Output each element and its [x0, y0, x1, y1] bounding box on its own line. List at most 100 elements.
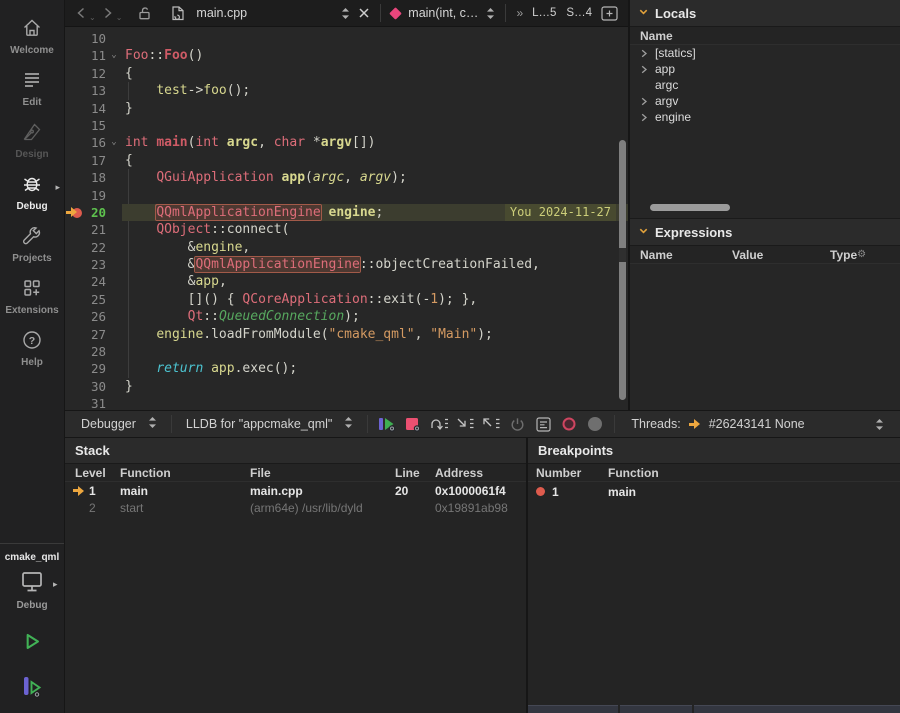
gutter-marker-area[interactable]: [65, 187, 84, 204]
debugger-perspective-select[interactable]: Debugger: [73, 411, 165, 437]
line-number[interactable]: 19: [84, 187, 106, 204]
scrollbar-thumb[interactable]: [619, 140, 626, 400]
expander-chevron-icon[interactable]: [640, 113, 655, 122]
kit-selector-button[interactable]: Debug ▸: [16, 569, 47, 611]
gutter-marker-area[interactable]: [65, 30, 84, 47]
line-number[interactable]: 20: [84, 204, 106, 221]
code-line-25[interactable]: 25 []() { QCoreApplication::exit(-1); },: [65, 291, 628, 308]
code-line-13[interactable]: 13 test->foo();: [65, 82, 628, 99]
line-number[interactable]: 25: [84, 291, 106, 308]
sidebar-item-edit[interactable]: Edit: [0, 62, 64, 114]
code-line-22[interactable]: 22 &engine,: [65, 239, 628, 256]
open-file-name[interactable]: main.cpp: [196, 6, 247, 20]
breakpoint-row[interactable]: 1main: [528, 482, 900, 501]
record-circle-icon[interactable]: [556, 412, 582, 436]
expressions-column-header[interactable]: Name Value Type ⚙: [630, 246, 900, 264]
sidebar-item-extensions[interactable]: Extensions: [0, 270, 64, 322]
locals-titlebar[interactable]: Locals: [630, 0, 900, 27]
line-number[interactable]: 12: [84, 65, 106, 82]
column-badge[interactable]: S…4: [566, 7, 592, 19]
locals-item-argc[interactable]: argc: [630, 77, 900, 93]
line-number[interactable]: 29: [84, 360, 106, 377]
line-badge[interactable]: L…5: [532, 7, 556, 19]
code-line-31[interactable]: 31: [65, 395, 628, 410]
code-line-12[interactable]: 12{: [65, 65, 628, 82]
thread-value[interactable]: #26243141 None: [709, 417, 805, 431]
code-line-30[interactable]: 30}: [65, 378, 628, 395]
collapsed-tab[interactable]: [620, 705, 692, 713]
sidebar-item-welcome[interactable]: Welcome: [0, 10, 64, 62]
gutter-marker-area[interactable]: [65, 395, 84, 410]
expander-chevron-icon[interactable]: [640, 65, 655, 74]
code-line-14[interactable]: 14}: [65, 100, 628, 117]
gutter-marker-area[interactable]: [65, 47, 84, 64]
breakpoints-column-header[interactable]: NumberFunction: [528, 464, 900, 482]
line-number[interactable]: 22: [84, 239, 106, 256]
locals-item-argv[interactable]: argv: [630, 93, 900, 109]
stop-debug-icon[interactable]: [400, 412, 426, 436]
line-number[interactable]: 11: [84, 47, 106, 64]
line-number[interactable]: 24: [84, 273, 106, 290]
gutter-marker-area[interactable]: [65, 221, 84, 238]
code-line-15[interactable]: 15: [65, 117, 628, 134]
code-line-11[interactable]: 11⌄Foo::Foo(): [65, 47, 628, 64]
step-over-icon[interactable]: [426, 412, 452, 436]
locals-horizontal-scrollbar[interactable]: [630, 203, 900, 213]
locals-item-statics[interactable]: [statics]: [630, 45, 900, 61]
expressions-titlebar[interactable]: Expressions: [630, 219, 900, 246]
breakpoints-title[interactable]: Breakpoints: [528, 438, 900, 464]
code-line-23[interactable]: 23 &QQmlApplicationEngine::objectCreatio…: [65, 256, 628, 273]
line-number[interactable]: 31: [84, 395, 106, 410]
code-line-29[interactable]: 29 return app.exec();: [65, 360, 628, 377]
sidebar-item-help[interactable]: ? Help: [0, 322, 64, 374]
code-line-20[interactable]: 20 QQmlApplicationEngine engine;You 2024…: [65, 204, 628, 221]
breakpoint-marker[interactable]: [65, 204, 84, 221]
collapsed-tab[interactable]: [694, 705, 900, 713]
code-line-27[interactable]: 27 engine.loadFromModule("cmake_qml", "M…: [65, 326, 628, 343]
line-number[interactable]: 13: [84, 82, 106, 99]
gutter-marker-area[interactable]: [65, 134, 84, 151]
gutter-marker-area[interactable]: [65, 82, 84, 99]
symbol-dropdown-updown-icon[interactable]: [482, 2, 499, 24]
gutter-marker-area[interactable]: [65, 239, 84, 256]
expander-chevron-icon[interactable]: [640, 49, 655, 58]
editor-vertical-scrollbar[interactable]: [618, 27, 627, 410]
line-number[interactable]: 30: [84, 378, 106, 395]
locals-column-header[interactable]: Name: [630, 27, 900, 45]
run-button[interactable]: [19, 629, 45, 658]
gear-icon[interactable]: ⚙: [857, 249, 866, 260]
file-dropdown-updown-icon[interactable]: [337, 2, 354, 24]
continue-debug-icon[interactable]: [374, 412, 400, 436]
line-number[interactable]: 27: [84, 326, 106, 343]
code-editor[interactable]: 1011⌄Foo::Foo()12{13 test->foo();14}1516…: [65, 27, 628, 410]
line-number[interactable]: 28: [84, 343, 106, 360]
code-line-19[interactable]: 19: [65, 187, 628, 204]
code-line-17[interactable]: 17{: [65, 152, 628, 169]
code-line-10[interactable]: 10: [65, 30, 628, 47]
locals-item-app[interactable]: app: [630, 61, 900, 77]
gutter-marker-area[interactable]: [65, 256, 84, 273]
line-number[interactable]: 17: [84, 152, 106, 169]
line-number[interactable]: 23: [84, 256, 106, 273]
unlock-icon[interactable]: [132, 2, 157, 24]
gutter-marker-area[interactable]: [65, 360, 84, 377]
gutter-marker-area[interactable]: [65, 343, 84, 360]
line-number[interactable]: 16: [84, 134, 106, 151]
stack-frame-row[interactable]: 1mainmain.cpp200x1000061f4: [65, 482, 526, 499]
scrollbar-thumb[interactable]: [650, 204, 730, 211]
step-out-icon[interactable]: [478, 412, 504, 436]
step-into-icon[interactable]: [452, 412, 478, 436]
code-line-21[interactable]: 21 QObject::connect(: [65, 221, 628, 238]
fold-chevron-icon[interactable]: ⌄: [106, 134, 122, 151]
nav-forward-button[interactable]: [98, 2, 118, 24]
sidebar-item-debug[interactable]: Debug ▸: [0, 166, 64, 218]
line-number[interactable]: 10: [84, 30, 106, 47]
stack-frame-row[interactable]: 2start(arm64e) /usr/lib/dyld0x19891ab98: [65, 499, 526, 516]
sidebar-item-projects[interactable]: Projects: [0, 218, 64, 270]
locals-item-engine[interactable]: engine: [630, 109, 900, 125]
gutter-marker-area[interactable]: [65, 117, 84, 134]
gutter-marker-area[interactable]: [65, 308, 84, 325]
gutter-marker-area[interactable]: [65, 65, 84, 82]
stack-column-header[interactable]: LevelFunctionFileLineAddress: [65, 464, 526, 482]
collapsed-tab[interactable]: [528, 705, 618, 713]
